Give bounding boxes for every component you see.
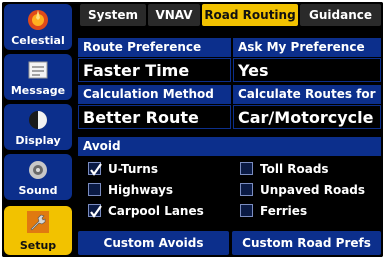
sidebar-item-label: Display [15, 134, 61, 147]
avoid-panel: Avoid U-Turns Highways Carpool Lanes Tol… [78, 137, 381, 225]
avoid-label: Avoid [83, 139, 121, 153]
calculation-method-label: Calculation Method [78, 85, 231, 104]
tab-road-routing[interactable]: Road Routing [202, 4, 298, 26]
display-icon [29, 111, 47, 129]
calculate-routes-for-label: Calculate Routes for [233, 85, 381, 104]
checkbox [240, 204, 253, 217]
sidebar-item-message[interactable]: Message [4, 54, 72, 100]
tab-vnav[interactable]: VNAV [148, 4, 200, 26]
sidebar-item-setup[interactable]: Setup [4, 206, 72, 255]
calculation-method-field[interactable]: Better Route [78, 105, 231, 129]
ask-my-preference-field[interactable]: Yes [233, 58, 381, 82]
sidebar-item-label: Celestial [11, 34, 65, 47]
checkbox-label: U-Turns [108, 162, 158, 176]
checkmark-icon [90, 163, 102, 176]
checkbox-label: Toll Roads [260, 162, 329, 176]
checkbox [240, 162, 253, 175]
checkbox-label: Highways [108, 183, 174, 197]
sidebar-item-display[interactable]: Display [4, 104, 72, 150]
message-icon [28, 61, 48, 79]
checkbox-label: Unpaved Roads [260, 183, 366, 197]
route-preference-field[interactable]: Faster Time [78, 58, 231, 82]
tab-system[interactable]: System [80, 4, 146, 26]
custom-road-prefs-button[interactable]: Custom Road Prefs [232, 231, 381, 255]
celestial-icon [28, 10, 48, 30]
sidebar-item-sound[interactable]: Sound [4, 154, 72, 200]
route-preference-label: Route Preference [78, 38, 231, 57]
checkbox-label: Ferries [260, 204, 308, 218]
sidebar-item-label: Message [10, 84, 66, 97]
checkbox [88, 162, 102, 176]
sidebar-item-celestial[interactable]: Celestial [4, 4, 72, 50]
checkbox [88, 204, 102, 218]
tab-guidance[interactable]: Guidance [300, 4, 381, 26]
checkmark-icon [90, 205, 102, 218]
checkbox [88, 183, 101, 196]
sidebar-item-label: Setup [19, 239, 57, 252]
sound-icon [29, 161, 47, 179]
gps-settings-screen: Celestial Message Display Sound Setup Sy… [2, 2, 383, 257]
calculate-routes-for-field[interactable]: Car/Motorcycle [233, 105, 381, 129]
checkbox-label: Carpool Lanes [108, 204, 204, 218]
ask-my-preference-label: Ask My Preference [233, 38, 381, 57]
setup-panel: System VNAV Road Routing Guidance Route … [76, 2, 383, 257]
custom-avoids-button[interactable]: Custom Avoids [78, 231, 229, 255]
setup-wrench-icon [27, 211, 49, 233]
sidebar-item-label: Sound [18, 184, 58, 197]
sidebar: Celestial Message Display Sound Setup [2, 2, 74, 257]
checkbox [240, 183, 253, 196]
